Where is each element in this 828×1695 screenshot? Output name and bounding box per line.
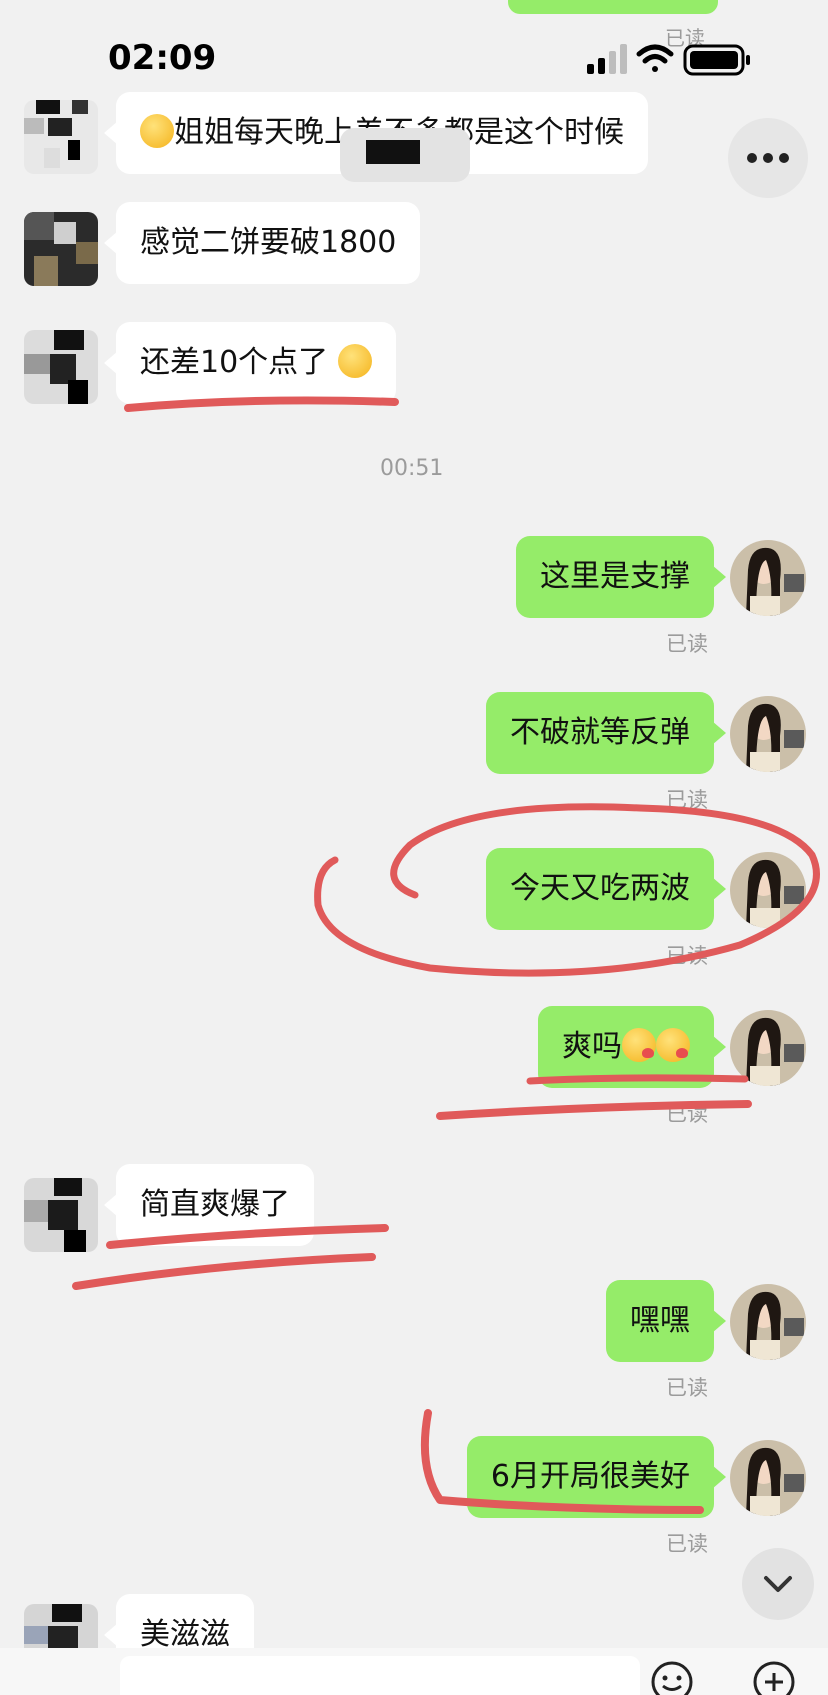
underline-stroke bbox=[72, 1253, 376, 1290]
underline-stroke bbox=[124, 396, 399, 412]
underline-stroke bbox=[436, 1100, 752, 1120]
underline-stroke bbox=[526, 1074, 749, 1085]
annotation-layer bbox=[72, 396, 820, 1514]
circle-annotation bbox=[314, 803, 820, 977]
underline-stroke bbox=[420, 1409, 704, 1514]
underline-stroke bbox=[106, 1224, 389, 1249]
